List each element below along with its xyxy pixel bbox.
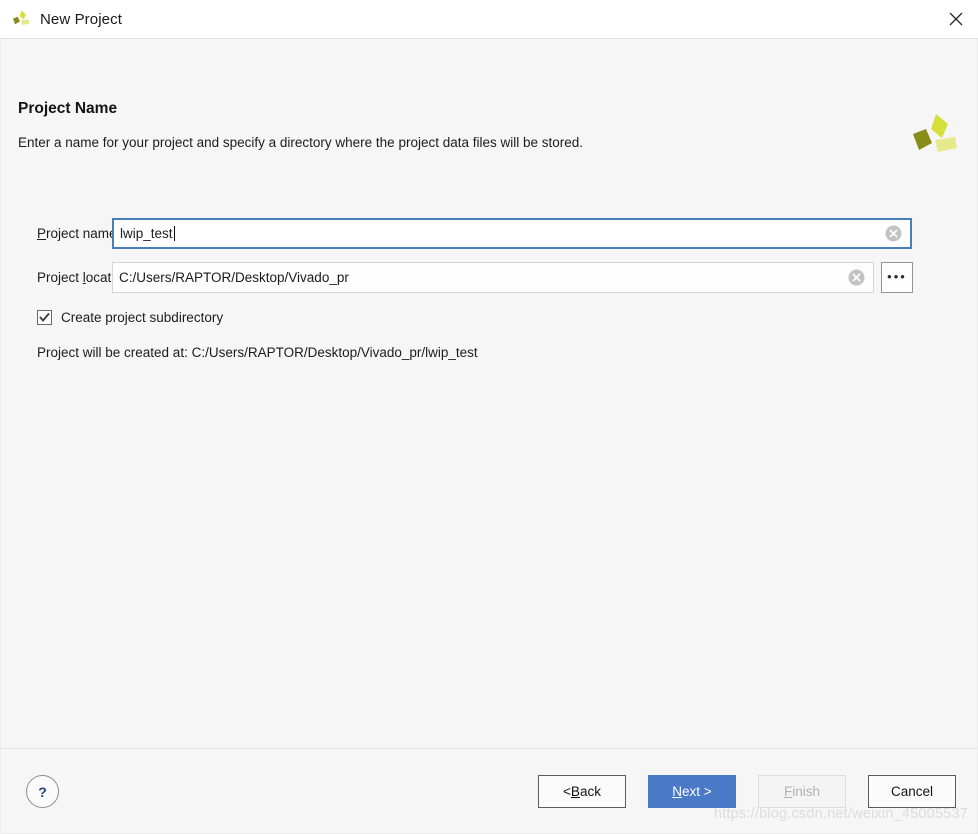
project-form: Project name: lwip_test Project location… xyxy=(1,217,977,360)
project-name-input[interactable]: lwip_test xyxy=(112,217,912,249)
close-icon[interactable] xyxy=(934,0,978,38)
next-button[interactable]: Next > xyxy=(648,775,736,808)
vivado-brand-logo-icon xyxy=(909,111,959,161)
new-project-dialog: New Project Project Name Enter a name fo… xyxy=(0,0,978,834)
project-name-label-mnemonic: P xyxy=(37,225,47,241)
create-subdirectory-label: Create project subdirectory xyxy=(61,309,224,325)
check-icon xyxy=(39,312,50,322)
help-button[interactable]: ? xyxy=(26,775,59,808)
clear-circle-icon[interactable] xyxy=(848,269,865,286)
project-location-label: Project location: xyxy=(37,269,134,285)
page-subtitle: Enter a name for your project and specif… xyxy=(18,135,584,150)
project-name-label: Project name: xyxy=(37,225,121,241)
create-subdirectory-checkbox[interactable] xyxy=(37,309,52,325)
back-button[interactable]: < Back xyxy=(538,775,626,808)
project-name-value[interactable]: lwip_test xyxy=(114,225,885,241)
page-title: Project Name xyxy=(18,100,118,117)
window-title: New Project xyxy=(40,10,122,28)
browse-button[interactable]: ••• xyxy=(881,261,913,293)
project-name-row: Project name: lwip_test xyxy=(1,217,977,249)
create-subdirectory-row: Create project subdirectory xyxy=(1,305,977,329)
title-bar: New Project xyxy=(0,0,978,39)
text-cursor xyxy=(173,225,175,241)
created-at-text: Project will be created at: C:/Users/RAP… xyxy=(37,345,478,360)
project-location-input[interactable]: C:/Users/RAPTOR/Desktop/Vivado_pr xyxy=(112,261,874,293)
project-location-row: Project location: C:/Users/RAPTOR/Deskto… xyxy=(1,261,977,293)
clear-circle-icon[interactable] xyxy=(885,225,902,242)
dialog-button-group: < Back Next > Finish Cancel xyxy=(538,775,956,808)
project-location-value[interactable]: C:/Users/RAPTOR/Desktop/Vivado_pr xyxy=(113,270,848,285)
finish-button: Finish xyxy=(758,775,846,808)
vivado-logo-icon xyxy=(11,9,31,29)
dialog-content: Project Name Enter a name for your proje… xyxy=(0,39,978,748)
cancel-button[interactable]: Cancel xyxy=(868,775,956,808)
